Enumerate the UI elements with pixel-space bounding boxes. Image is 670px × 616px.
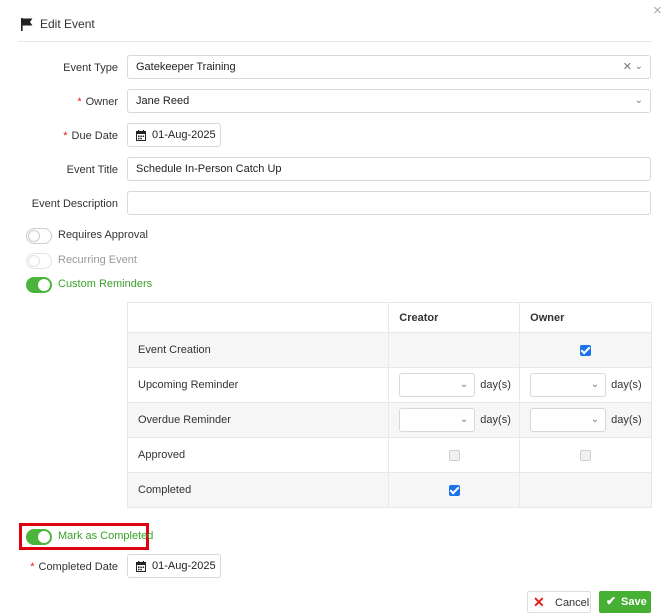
dialog-header: Edit Event [18, 14, 652, 42]
table-row-overdue-reminder: Overdue Reminder ⌄ day(s) ⌄ day(s) [126, 402, 652, 438]
reminders-table: Creator Owner Event Creation Upcoming Re… [126, 302, 652, 508]
chevron-down-icon: ⌄ [634, 95, 643, 106]
completed-date-label: * Completed Date [30, 561, 118, 573]
owner-event-creation-checkbox[interactable] [580, 344, 592, 356]
event-description-label: Event Description [31, 198, 118, 210]
required-marker: * [30, 561, 35, 573]
recurring-event-toggle[interactable] [26, 253, 52, 269]
close-icon[interactable]: × [653, 3, 662, 18]
chevron-down-icon: ⌄ [590, 414, 600, 425]
calendar-icon [136, 561, 146, 572]
chevron-down-icon: ⌄ [590, 379, 600, 390]
chevron-down-icon: ⌄ [634, 61, 643, 72]
row-label: Event Creation [126, 332, 390, 368]
event-title-value: Schedule In-Person Catch Up [136, 163, 282, 175]
column-header-owner: Owner [519, 302, 652, 333]
event-type-label: Event Type [63, 62, 118, 74]
creator-overdue-days-select[interactable]: ⌄ [399, 408, 476, 432]
owner-cell: ⌄ day(s) [519, 402, 652, 438]
owner-select[interactable]: Jane Reed ⌄ [127, 89, 651, 113]
event-title-input[interactable]: Schedule In-Person Catch Up [127, 157, 651, 181]
owner-overdue-days-select[interactable]: ⌄ [530, 408, 607, 432]
table-row-upcoming-reminder: Upcoming Reminder ⌄ day(s) ⌄ day(s) [126, 367, 652, 403]
column-header-creator: Creator [388, 302, 521, 333]
completed-date-value: 01-Aug-2025 [152, 560, 216, 572]
event-type-value: Gatekeeper Training [136, 61, 236, 73]
chevron-down-icon: ⌄ [459, 414, 469, 425]
owner-label: * Owner [77, 96, 118, 108]
days-unit: day(s) [480, 414, 511, 426]
creator-upcoming-days-select[interactable]: ⌄ [399, 373, 476, 397]
custom-reminders-label: Custom Reminders [58, 278, 153, 290]
table-row-completed: Completed [126, 472, 652, 508]
column-header-blank [126, 302, 390, 333]
event-description-input[interactable] [127, 191, 651, 215]
due-date-picker[interactable]: 01-Aug-2025 [127, 123, 221, 147]
completed-date-picker[interactable]: 01-Aug-2025 [127, 554, 221, 578]
creator-cell [388, 472, 521, 508]
flag-icon [21, 18, 33, 31]
check-icon: ✔ [606, 594, 617, 608]
owner-cell [519, 472, 652, 508]
row-label: Approved [126, 437, 390, 473]
event-type-select[interactable]: Gatekeeper Training ✕ ⌄ [127, 55, 651, 79]
due-date-label: * Due Date [63, 130, 118, 142]
row-label: Completed [126, 472, 390, 508]
creator-approved-checkbox[interactable] [448, 449, 460, 461]
due-date-value: 01-Aug-2025 [152, 129, 216, 141]
creator-cell [388, 437, 521, 473]
mark-completed-toggle[interactable] [26, 529, 52, 545]
row-label: Overdue Reminder [126, 402, 390, 438]
close-icon: ✕ [533, 594, 545, 610]
required-marker: * [77, 96, 82, 108]
custom-reminders-toggle[interactable] [26, 277, 52, 293]
recurring-event-label: Recurring Event [58, 254, 137, 266]
event-title-label: Event Title [66, 164, 118, 176]
mark-completed-label: Mark as Completed [58, 530, 154, 542]
clear-icon[interactable]: ✕ [623, 60, 632, 73]
creator-completed-checkbox[interactable] [448, 484, 460, 496]
calendar-icon [136, 130, 146, 141]
save-label: Save [621, 596, 647, 608]
cancel-button[interactable]: ✕ Cancel [527, 591, 591, 613]
required-marker: * [63, 130, 68, 142]
days-unit: day(s) [611, 379, 642, 391]
creator-cell [388, 332, 521, 368]
chevron-down-icon: ⌄ [459, 379, 469, 390]
owner-approved-checkbox[interactable] [580, 449, 592, 461]
table-row-approved: Approved [126, 437, 652, 473]
creator-cell: ⌄ day(s) [388, 367, 521, 403]
owner-cell [519, 437, 652, 473]
owner-cell [519, 332, 652, 368]
table-header-row: Creator Owner [126, 302, 652, 333]
requires-approval-toggle[interactable] [26, 228, 52, 244]
owner-upcoming-days-select[interactable]: ⌄ [530, 373, 607, 397]
days-unit: day(s) [480, 379, 511, 391]
requires-approval-label: Requires Approval [58, 229, 148, 241]
save-button[interactable]: ✔ Save [599, 591, 651, 613]
days-unit: day(s) [611, 414, 642, 426]
row-label: Upcoming Reminder [126, 367, 390, 403]
dialog-title: Edit Event [40, 17, 95, 31]
cancel-label: Cancel [555, 597, 590, 609]
table-row-event-creation: Event Creation [126, 332, 652, 368]
owner-value: Jane Reed [136, 95, 190, 107]
creator-cell: ⌄ day(s) [388, 402, 521, 438]
owner-cell: ⌄ day(s) [519, 367, 652, 403]
